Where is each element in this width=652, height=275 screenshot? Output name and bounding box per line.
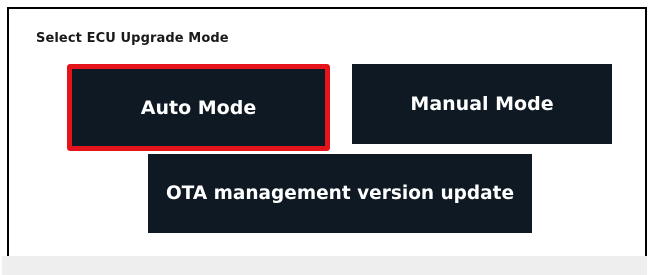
auto-mode-button[interactable]: Auto Mode <box>67 64 330 151</box>
manual-mode-button[interactable]: Manual Mode <box>352 64 612 144</box>
dialog-title: Select ECU Upgrade Mode <box>36 31 229 46</box>
dialog-footer <box>2 256 647 275</box>
ota-management-version-update-button[interactable]: OTA management version update <box>148 154 532 233</box>
